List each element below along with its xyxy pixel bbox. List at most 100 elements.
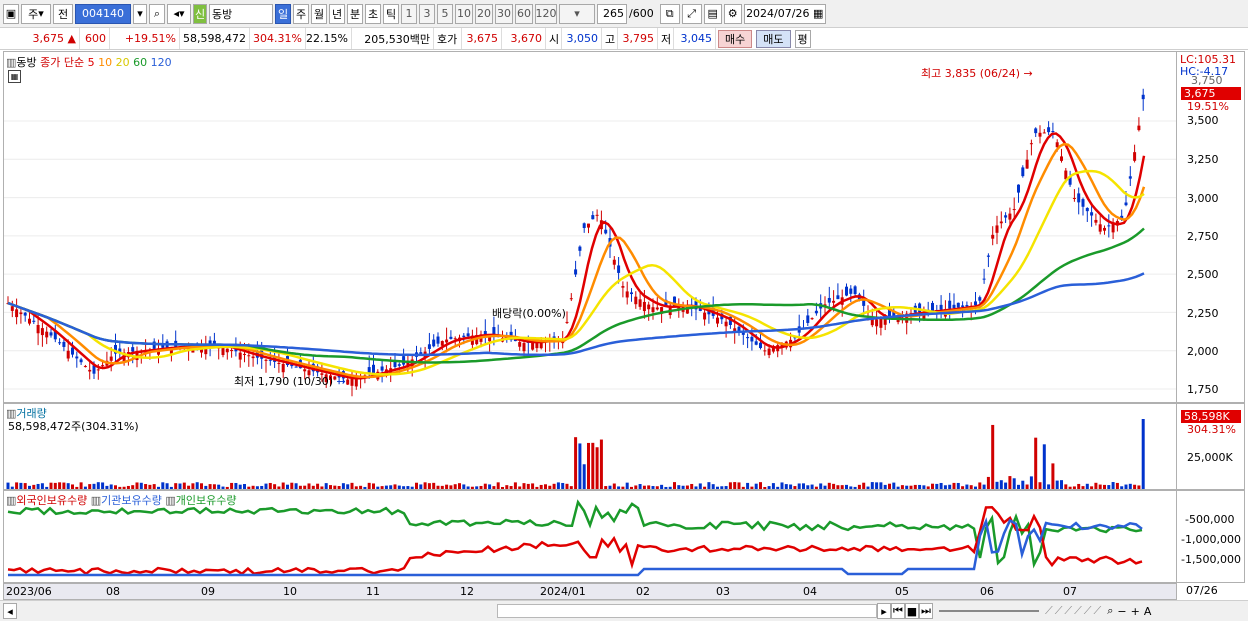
font-icon[interactable]: A [1144, 605, 1152, 618]
volume-bar [359, 485, 363, 489]
tab-week[interactable]: 주 [293, 3, 309, 24]
volume-bar [819, 483, 823, 489]
candle-body [397, 364, 401, 366]
scroll-right-button[interactable]: ▸ [877, 603, 891, 619]
candle-body [716, 317, 719, 324]
candle-body [350, 378, 354, 386]
hoga-label: 호가 [434, 28, 462, 49]
speaker-icon[interactable]: ◂▾ [167, 3, 191, 24]
price-chart[interactable] [4, 52, 1176, 402]
volume-bar [1111, 482, 1115, 489]
volume-axis[interactable]: 58,598K 304.31% 25,000K [1177, 403, 1245, 490]
interval-120[interactable]: 120 [535, 3, 557, 24]
drawing-tools[interactable]: ⟋⟋⟋⟋⟋⟋ [1045, 604, 1103, 618]
code-input[interactable]: 004140 [75, 3, 131, 24]
volume-bar [15, 482, 19, 489]
search-icon[interactable]: ⌕ [149, 3, 165, 24]
eval-button[interactable]: 평 [794, 29, 811, 48]
save-icon[interactable]: ▤ [703, 3, 722, 24]
prev-button[interactable]: 전 [53, 3, 73, 24]
interval-10[interactable]: 10 [455, 3, 473, 24]
candle-body [978, 297, 982, 301]
holding-pane[interactable]: ▥외국인보유수량 ▥기관보유수량 ▥개인보유수량 [3, 490, 1177, 583]
candle-body [965, 305, 969, 307]
legend-individual: 개인보유수량 [175, 494, 237, 507]
price-chart-pane[interactable]: ▥동방 종가 단순 5 10 20 60 120 ▦ 최고 3,835 (06/… [3, 51, 1177, 403]
volume-bar [1094, 482, 1098, 489]
interval-5[interactable]: 5 [437, 3, 453, 24]
volume-bar [157, 486, 160, 489]
stock-name[interactable]: 동방 [209, 3, 273, 24]
volume-chart[interactable] [4, 404, 1176, 489]
volume-bar [389, 485, 393, 489]
dropdown-icon[interactable]: ▾ [133, 3, 147, 24]
volume-pane[interactable]: ▥거래량 58,598,472주(304.31%) [3, 403, 1177, 490]
volume-bar [1103, 484, 1106, 489]
last-button[interactable]: ⏭ [919, 603, 933, 619]
calculator-icon[interactable]: ▦ [8, 70, 21, 83]
volume-bar [475, 486, 479, 489]
volume-bar [638, 484, 642, 489]
volume-bar [40, 483, 44, 489]
interval-1[interactable]: 1 [401, 3, 417, 24]
plus-icon[interactable]: + [1131, 605, 1140, 618]
interval-3[interactable]: 3 [419, 3, 435, 24]
hoga-ask: 3,675 [462, 28, 502, 49]
volume-bar [716, 486, 719, 489]
candle-body [754, 341, 758, 345]
volume-bar [28, 485, 31, 489]
zoom-slider[interactable] [939, 610, 1039, 612]
zoom-icon[interactable]: ⌕ [1107, 604, 1113, 618]
volume-bar [1072, 486, 1076, 489]
scroll-thumb[interactable] [497, 604, 877, 618]
volume-bar [427, 483, 431, 489]
volume-bar [531, 483, 535, 489]
date-value: 2024/07/26 [746, 7, 810, 20]
scroll-left-button[interactable]: ◂ [3, 603, 17, 619]
custom-interval-select[interactable]: ▾ [559, 3, 595, 24]
tab-day[interactable]: 일 [275, 3, 291, 24]
sell-button[interactable]: 매도 [756, 29, 791, 48]
gear-icon[interactable]: ⚙ [723, 3, 742, 24]
price-axis[interactable]: LC:105.31 HC:-4.17 3,750 3,675 19.51% 3,… [1177, 51, 1245, 403]
volume-bar [307, 483, 311, 489]
candle-body [587, 223, 590, 228]
interval-20[interactable]: 20 [475, 3, 493, 24]
volume-bar [694, 486, 698, 489]
draw-icon[interactable]: ⤢ [681, 3, 702, 24]
date-input[interactable]: 2024/07/26 ▦ [743, 3, 826, 24]
candle-body [1060, 156, 1063, 161]
tab-tick[interactable]: 틱 [383, 3, 399, 24]
volume-bar [1077, 483, 1081, 489]
volume-bar [918, 484, 922, 489]
holding-axis[interactable]: -500,000 -1,000,000 -1,500,000 [1177, 490, 1245, 583]
candle-body [767, 348, 771, 356]
volume-bar [625, 482, 629, 489]
window-icon[interactable]: ▣ [3, 3, 19, 24]
tab-year[interactable]: 년 [329, 3, 345, 24]
candle-body [75, 356, 79, 359]
high-label: 고 [602, 28, 618, 49]
count-input[interactable]: 265 [597, 3, 627, 24]
candle-body [879, 318, 883, 328]
individual-line [7, 499, 1143, 569]
candle-icon[interactable]: ⧉ [659, 3, 680, 24]
last-date: 07/26 [1186, 584, 1218, 597]
interval-60[interactable]: 60 [515, 3, 533, 24]
tab-minute[interactable]: 분 [347, 3, 363, 24]
tab-second[interactable]: 초 [365, 3, 381, 24]
candle-body [66, 350, 70, 359]
volume-bar [862, 482, 866, 489]
minus-icon[interactable]: − [1117, 605, 1126, 618]
period-select[interactable]: 주 ▾ [21, 3, 51, 24]
stop-button[interactable]: ■ [905, 603, 919, 619]
tab-month[interactable]: 월 [311, 3, 327, 24]
volume-bar [109, 484, 113, 489]
buy-button[interactable]: 매수 [718, 29, 753, 48]
interval-30[interactable]: 30 [495, 3, 513, 24]
volume-bar [221, 486, 225, 489]
volume-bar [789, 484, 793, 489]
first-button[interactable]: ⏮ [891, 603, 905, 619]
toolbar: ▣ 주 ▾ 전 004140 ▾ ⌕ ◂▾ 신 동방 일 주 월 년 분 초 틱 … [0, 0, 1248, 28]
volume-bar [685, 485, 689, 489]
